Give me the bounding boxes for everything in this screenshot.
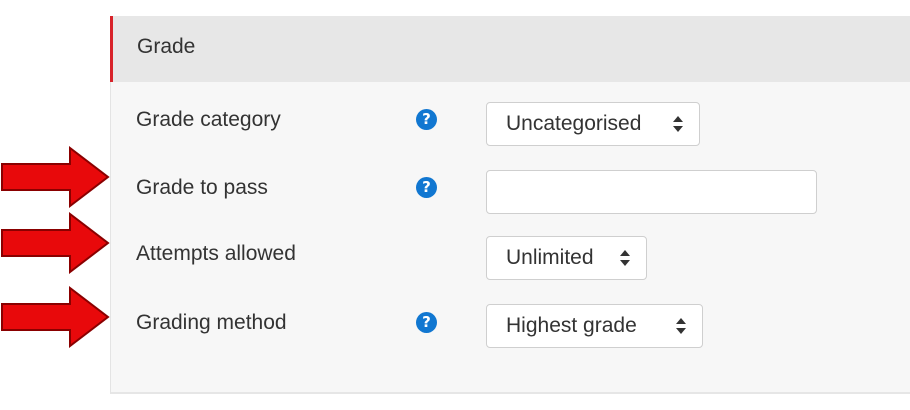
grade-to-pass-help-icon[interactable]: ?: [416, 177, 437, 198]
attempts-allowed-select[interactable]: Unlimited: [486, 236, 647, 280]
grading-method-label: Grading method: [136, 311, 287, 334]
screenshot-stage: Grade Grade category ? Uncategorised Gra…: [0, 0, 910, 410]
grade-section-panel: Grade Grade category ? Uncategorised Gra…: [110, 16, 910, 394]
grade-category-help-icon[interactable]: ?: [416, 109, 437, 130]
grade-category-label: Grade category: [136, 108, 281, 131]
select-caret-icon: [620, 250, 630, 266]
select-caret-icon: [676, 318, 686, 334]
grading-method-select[interactable]: Highest grade: [486, 304, 703, 348]
annotation-arrow-grade-to-pass-icon: [1, 146, 110, 208]
section-title: Grade: [137, 35, 196, 58]
grade-section-header[interactable]: Grade: [110, 16, 910, 82]
attempts-allowed-label: Attempts allowed: [136, 242, 296, 265]
grade-to-pass-label: Grade to pass: [136, 176, 268, 199]
annotation-arrow-attempts-allowed-icon: [1, 212, 110, 274]
grade-to-pass-input[interactable]: [486, 170, 817, 214]
grading-method-value: Highest grade: [506, 314, 637, 337]
select-caret-icon: [673, 116, 683, 132]
grade-category-select[interactable]: Uncategorised: [486, 102, 700, 146]
attempts-allowed-value: Unlimited: [506, 246, 594, 269]
grade-category-value: Uncategorised: [506, 112, 642, 135]
grading-method-help-icon[interactable]: ?: [416, 312, 437, 333]
annotation-arrow-grading-method-icon: [1, 286, 110, 348]
